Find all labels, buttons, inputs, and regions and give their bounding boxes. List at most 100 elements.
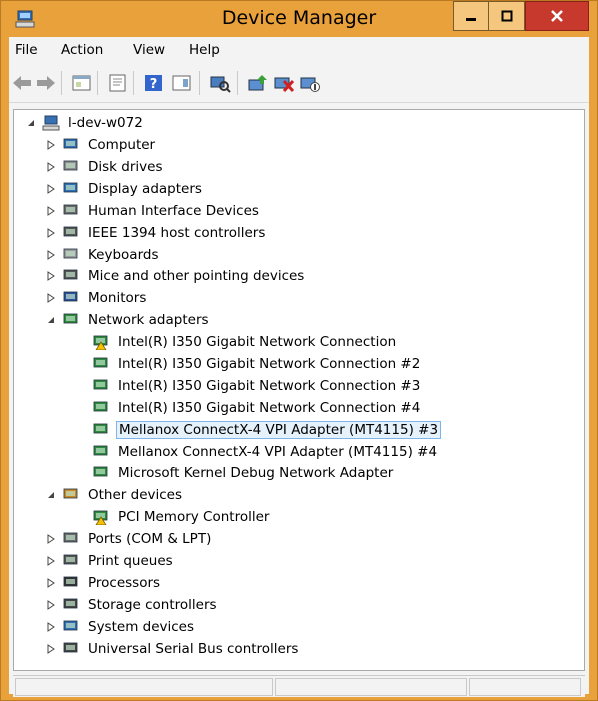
port-icon [63, 532, 78, 543]
tree-item-label: Mellanox ConnectX-4 VPI Adapter (MT4115)… [116, 421, 442, 439]
tree-item-label: Keyboards [88, 247, 159, 263]
close-icon [551, 10, 563, 22]
disk-drive-icon [63, 160, 78, 171]
expand-arrow-icon[interactable] [46, 534, 56, 544]
minimize-icon [466, 18, 476, 21]
tree-item-label: Intel(R) I350 Gigabit Network Connection… [118, 356, 421, 372]
expand-arrow-icon[interactable] [46, 271, 56, 281]
action-pane-icon[interactable] [171, 73, 193, 93]
expand-arrow-icon[interactable] [46, 578, 56, 588]
other-devices-icon [63, 488, 78, 499]
tree-item-label: IEEE 1394 host controllers [88, 225, 266, 241]
network-adapter-item-2[interactable]: Intel(R) I350 Gigabit Network Connection… [76, 375, 422, 397]
expand-arrow-icon[interactable] [46, 140, 56, 150]
display-adapter-icon [63, 182, 78, 193]
other-device-item-0[interactable]: PCI Memory Controller [76, 506, 271, 528]
tree-category-13[interactable]: Storage controllers [46, 594, 219, 616]
mouse-icon [63, 269, 78, 280]
tree-category-0[interactable]: Computer [46, 134, 157, 156]
maximize-icon [501, 10, 512, 22]
ieee1394-icon [63, 226, 78, 237]
tree-root-label: l-dev-w072 [68, 115, 143, 131]
scan-hardware-icon[interactable] [209, 73, 231, 93]
tree-item-label: PCI Memory Controller [118, 509, 270, 525]
tree-item-label: Print queues [88, 553, 173, 569]
network-adapter-device-icon [93, 466, 108, 477]
show-hide-console-tree-icon[interactable] [107, 73, 129, 93]
tree-item-label: Storage controllers [88, 597, 217, 613]
svg-text:?: ? [150, 77, 158, 92]
tree-category-14[interactable]: System devices [46, 616, 196, 638]
tree-category-15[interactable]: Universal Serial Bus controllers [46, 638, 300, 660]
collapse-arrow-icon[interactable] [26, 118, 36, 128]
expand-arrow-icon[interactable] [46, 556, 56, 566]
tree-category-6[interactable]: Mice and other pointing devices [46, 265, 306, 287]
menu-help[interactable]: Help [189, 42, 220, 58]
back-icon[interactable] [11, 73, 33, 93]
menu-file[interactable]: File [15, 42, 38, 58]
expand-arrow-icon[interactable] [46, 206, 56, 216]
network-adapter-item-1[interactable]: Intel(R) I350 Gigabit Network Connection… [76, 353, 422, 375]
tree-item-label: Intel(R) I350 Gigabit Network Connection… [118, 378, 421, 394]
collapse-arrow-icon[interactable] [46, 490, 56, 500]
expand-arrow-icon[interactable] [46, 228, 56, 238]
forward-icon[interactable] [35, 73, 57, 93]
tree-category-12[interactable]: Processors [46, 572, 162, 594]
menu-view[interactable]: View [133, 42, 165, 58]
status-bar [13, 675, 585, 697]
update-driver-icon[interactable] [247, 73, 269, 93]
tree-category-8[interactable]: Network adapters [46, 309, 211, 331]
tree-category-2[interactable]: Display adapters [46, 178, 204, 200]
tree-category-10[interactable]: Ports (COM & LPT) [46, 528, 213, 550]
status-pane-2 [275, 678, 467, 696]
title-bar[interactable]: Device Manager [1, 1, 597, 37]
network-adapter-item-3[interactable]: Intel(R) I350 Gigabit Network Connection… [76, 397, 422, 419]
close-button[interactable] [525, 1, 589, 31]
tree-item-label: Universal Serial Bus controllers [88, 641, 299, 657]
tree-item-label: Mice and other pointing devices [88, 268, 305, 284]
tree-item-label: Microsoft Kernel Debug Network Adapter [118, 465, 394, 481]
properties-icon[interactable] [71, 73, 93, 93]
expand-arrow-icon[interactable] [46, 600, 56, 610]
network-adapter-item-5[interactable]: Mellanox ConnectX-4 VPI Adapter (MT4115)… [76, 441, 439, 463]
tree-item-label: Monitors [88, 290, 147, 306]
expand-arrow-icon[interactable] [46, 293, 56, 303]
network-adapter-item-0[interactable]: Intel(R) I350 Gigabit Network Connection [76, 331, 398, 353]
computer-icon [63, 138, 78, 149]
tree-category-1[interactable]: Disk drives [46, 156, 165, 178]
network-adapter-item-6[interactable]: Microsoft Kernel Debug Network Adapter [76, 462, 395, 484]
help-icon[interactable]: ? [143, 73, 165, 93]
tree-item-label: Other devices [88, 487, 182, 503]
tree-item-label: Human Interface Devices [88, 203, 259, 219]
expand-arrow-icon[interactable] [46, 644, 56, 654]
tree-item-label: Network adapters [88, 312, 209, 328]
tree-category-9[interactable]: Other devices [46, 484, 184, 506]
expand-arrow-icon[interactable] [46, 184, 56, 194]
toolbar: ? [9, 63, 589, 103]
network-adapter-device-icon [93, 379, 108, 390]
minimize-button[interactable] [453, 1, 489, 31]
expand-arrow-icon[interactable] [46, 162, 56, 172]
tree-category-7[interactable]: Monitors [46, 287, 148, 309]
tree-item-label: System devices [88, 619, 195, 635]
system-device-icon [63, 620, 78, 631]
tree-root[interactable]: l-dev-w072 [26, 112, 145, 134]
disable-device-icon[interactable] [299, 73, 321, 93]
computer-root-icon [42, 115, 60, 131]
expand-arrow-icon[interactable] [46, 250, 56, 260]
network-adapter-item-4[interactable]: Mellanox ConnectX-4 VPI Adapter (MT4115)… [76, 419, 442, 441]
tree-category-5[interactable]: Keyboards [46, 244, 161, 266]
menu-action[interactable]: Action [61, 42, 103, 58]
maximize-button[interactable] [489, 1, 525, 31]
tree-category-11[interactable]: Print queues [46, 550, 175, 572]
tree-item-label: Computer [88, 137, 156, 153]
tree-item-label: Intel(R) I350 Gigabit Network Connection… [118, 400, 421, 416]
tree-category-3[interactable]: Human Interface Devices [46, 200, 261, 222]
expand-arrow-icon[interactable] [46, 622, 56, 632]
tree-item-label: Processors [88, 575, 161, 591]
tree-category-4[interactable]: IEEE 1394 host controllers [46, 222, 267, 244]
printer-icon [63, 554, 78, 565]
network-adapter-icon [63, 313, 78, 324]
collapse-arrow-icon[interactable] [46, 315, 56, 325]
uninstall-device-icon[interactable] [273, 73, 295, 93]
